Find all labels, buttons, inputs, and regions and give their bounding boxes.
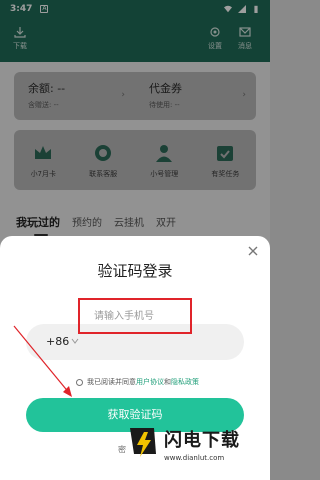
watermark-url: www.dianlut.com <box>164 454 225 462</box>
privacy-policy-link[interactable]: 隐私政策 <box>171 377 199 387</box>
user-agreement-link[interactable]: 用户协议 <box>136 377 164 387</box>
agreement-row: 我已阅读并同意 用户协议 和 隐私政策 <box>76 377 199 387</box>
chevron-down-icon[interactable] <box>71 337 79 345</box>
agree-prefix: 我已阅读并同意 <box>87 378 136 386</box>
watermark: 闪电下载 www.dianlut.com <box>126 418 266 476</box>
agreement-checkbox[interactable] <box>76 378 83 386</box>
login-title: 验证码登录 <box>97 262 173 280</box>
country-code[interactable]: +86 <box>46 335 69 348</box>
close-icon[interactable] <box>246 244 260 258</box>
agree-and: 和 <box>164 378 171 386</box>
watermark-brand: 闪电下载 <box>164 430 240 451</box>
password-login-link[interactable]: 密 <box>118 444 126 455</box>
phone-input[interactable] <box>78 298 192 334</box>
lightning-logo-icon <box>130 428 156 457</box>
